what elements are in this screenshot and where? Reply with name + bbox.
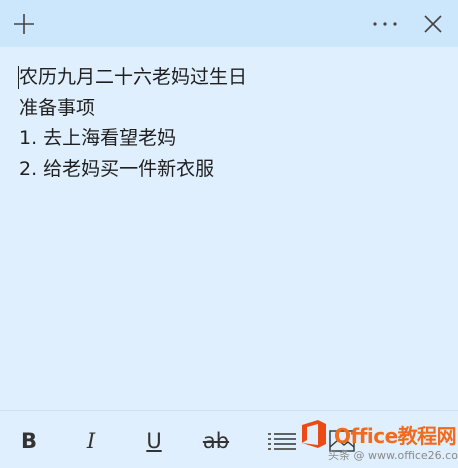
- watermark: Office教程网 头条 @ www.office26.com: [298, 416, 458, 468]
- note-text-area[interactable]: 农历九月二十六老妈过生日 准备事项 1. 去上海看望老妈 2. 给老妈买一件新衣…: [19, 62, 439, 402]
- note-title-bar: [0, 0, 458, 47]
- strikethrough-button[interactable]: ab: [196, 421, 236, 461]
- note-line: 2. 给老妈买一件新衣服: [19, 157, 215, 180]
- close-note-button[interactable]: [411, 0, 455, 47]
- plus-icon: [14, 13, 34, 34]
- more-options-button[interactable]: [363, 0, 407, 47]
- sticky-note-window: 农历九月二十六老妈过生日 准备事项 1. 去上海看望老妈 2. 给老妈买一件新衣…: [0, 0, 458, 468]
- note-line: 准备事项: [19, 96, 96, 119]
- bullet-list-button[interactable]: [262, 421, 302, 461]
- underline-button[interactable]: U: [134, 421, 174, 461]
- text-cursor: [18, 66, 19, 89]
- bold-button[interactable]: B: [9, 421, 49, 461]
- note-line: 1. 去上海看望老妈: [19, 127, 177, 149]
- more-horizontal-icon: [373, 21, 397, 26]
- note-line: 农历九月二十六老妈过生日: [19, 66, 248, 88]
- close-icon: [424, 14, 442, 33]
- bullet-list-icon: [268, 433, 296, 450]
- watermark-brand: Office教程网: [334, 424, 457, 448]
- watermark-subtitle: 头条 @ www.office26.com: [328, 449, 458, 462]
- italic-button[interactable]: I: [71, 421, 111, 461]
- add-note-button[interactable]: [2, 0, 46, 47]
- office-logo-icon: [302, 420, 326, 448]
